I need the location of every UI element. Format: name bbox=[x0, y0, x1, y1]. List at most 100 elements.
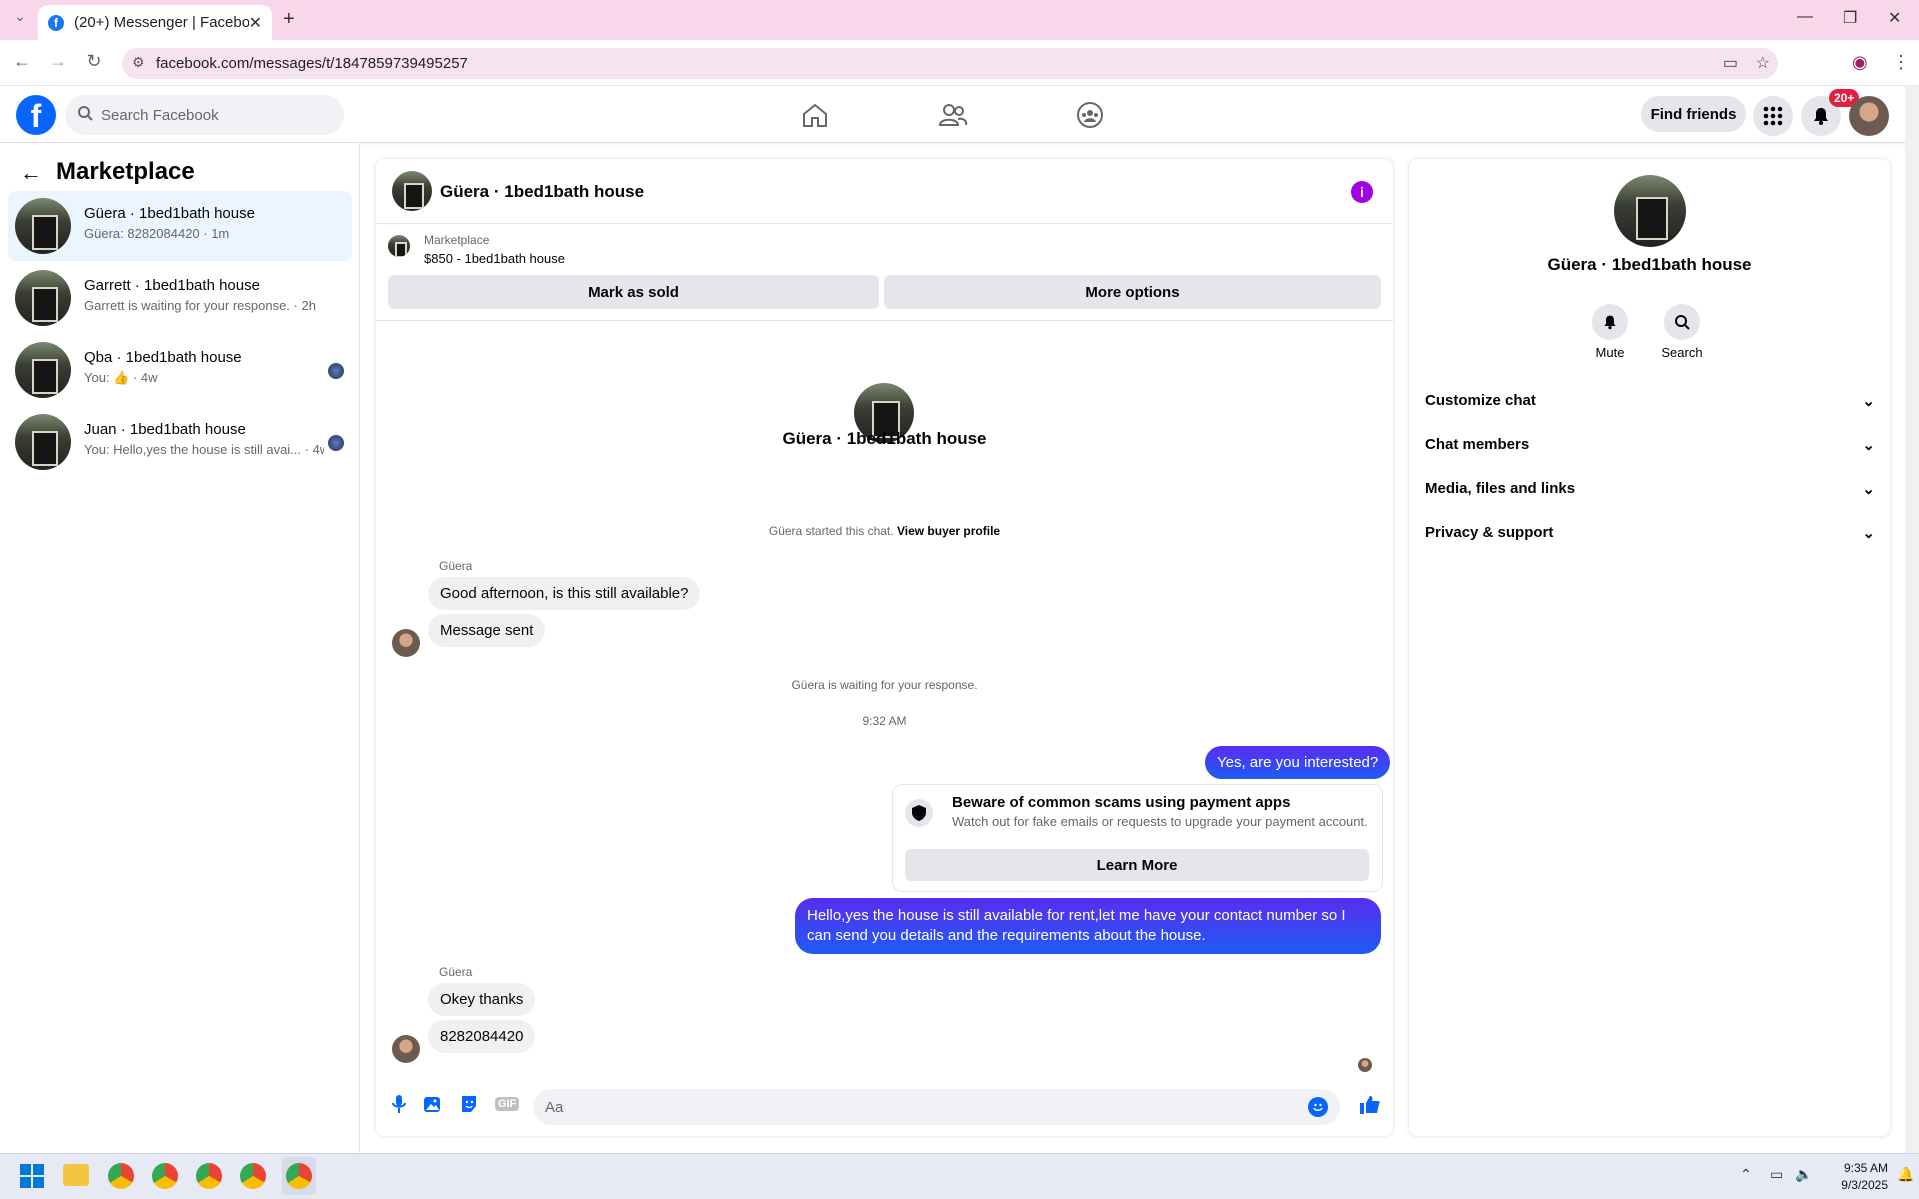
forward-icon[interactable]: → bbox=[46, 51, 70, 72]
section-label: Privacy & support bbox=[1425, 524, 1554, 541]
seen-indicator-avatar bbox=[328, 435, 344, 451]
outgoing-message[interactable]: Yes, are you interested? bbox=[1205, 746, 1391, 779]
groups-icon[interactable] bbox=[1075, 100, 1105, 130]
conversation-avatar bbox=[15, 198, 71, 254]
mark-as-sold-button[interactable]: Mark as sold bbox=[388, 275, 879, 309]
incoming-message[interactable]: Good afternoon, is this still available? bbox=[428, 577, 701, 610]
notification-center-icon[interactable]: 🔔 bbox=[1897, 1166, 1914, 1183]
home-icon[interactable] bbox=[800, 100, 830, 130]
find-friends-button[interactable]: Find friends bbox=[1641, 96, 1746, 132]
listing-source: Marketplace bbox=[424, 233, 490, 247]
listing-thumbnail bbox=[388, 235, 410, 257]
sender-name: Güera bbox=[439, 965, 473, 979]
windows-start-icon[interactable] bbox=[20, 1164, 44, 1193]
volume-icon[interactable]: 🔈 bbox=[1795, 1166, 1812, 1183]
section-customize-chat[interactable]: Customize chat ⌄ bbox=[1425, 392, 1875, 410]
conversation-snippet: You: 👍 · 4w bbox=[84, 370, 158, 385]
sticker-icon[interactable] bbox=[459, 1094, 479, 1119]
page-scrollbar[interactable] bbox=[1905, 86, 1919, 1153]
like-thumb-icon[interactable] bbox=[1359, 1094, 1381, 1121]
chat-panel: Güera · 1bed1bath house i Marketplace $8… bbox=[376, 159, 1393, 1136]
conversation-item[interactable]: Güera · 1bed1bath house Güera: 828208442… bbox=[8, 191, 352, 261]
conversation-name: Qba · 1bed1bath house bbox=[84, 349, 242, 366]
mute-bell-icon[interactable] bbox=[1592, 304, 1628, 340]
reload-icon[interactable]: ↻ bbox=[82, 51, 106, 72]
section-privacy-support[interactable]: Privacy & support ⌄ bbox=[1425, 524, 1875, 542]
photo-icon[interactable] bbox=[423, 1094, 443, 1119]
incoming-message[interactable]: 8282084420 bbox=[428, 1020, 536, 1053]
clock-date[interactable]: 9/3/2025 bbox=[1826, 1178, 1888, 1192]
browser-menu-icon[interactable]: ⋮ bbox=[1892, 52, 1910, 73]
chat-started-notice: Güera started this chat. View buyer prof… bbox=[376, 524, 1393, 538]
chat-title[interactable]: Güera · 1bed1bath house bbox=[440, 182, 644, 202]
bookmark-star-icon[interactable]: ☆ bbox=[1756, 53, 1770, 73]
read-receipt-avatar bbox=[1358, 1058, 1372, 1072]
chrome-icon[interactable] bbox=[152, 1163, 178, 1189]
chat-avatar[interactable] bbox=[392, 171, 432, 211]
sender-avatar[interactable] bbox=[392, 1035, 420, 1063]
microphone-icon[interactable] bbox=[390, 1094, 408, 1119]
conversation-item[interactable]: Qba · 1bed1bath house You: 👍 · 4w bbox=[8, 335, 352, 405]
minimize-icon[interactable]: — bbox=[1797, 8, 1813, 26]
divider bbox=[376, 320, 1393, 321]
chrome-icon[interactable] bbox=[286, 1163, 312, 1189]
back-arrow-icon[interactable]: ← bbox=[20, 160, 42, 186]
incoming-message[interactable]: Okey thanks bbox=[428, 983, 536, 1016]
conversation-name: Juan · 1bed1bath house bbox=[84, 421, 246, 438]
browser-tab-bar: ⌄ f (20+) Messenger | Facebook ✕ + — ❐ ✕ bbox=[0, 0, 1919, 40]
conversation-name: Güera · 1bed1bath house bbox=[84, 205, 255, 222]
chrome-icon[interactable] bbox=[196, 1163, 222, 1189]
section-chat-members[interactable]: Chat members ⌄ bbox=[1425, 436, 1875, 454]
incoming-message[interactable]: Message sent bbox=[428, 614, 546, 647]
search-placeholder: Search Facebook bbox=[101, 106, 219, 124]
friends-icon[interactable] bbox=[938, 100, 968, 130]
conversation-item[interactable]: Juan · 1bed1bath house You: Hello,yes th… bbox=[8, 407, 352, 477]
chat-header: Güera · 1bed1bath house i bbox=[376, 159, 1393, 224]
section-media-files-links[interactable]: Media, files and links ⌄ bbox=[1425, 480, 1875, 498]
site-info-icon[interactable]: ⚙ bbox=[132, 54, 145, 71]
close-tab-icon[interactable]: ✕ bbox=[249, 13, 262, 33]
menu-grid-icon[interactable] bbox=[1753, 96, 1793, 136]
conversation-name: Garrett · 1bed1bath house bbox=[84, 277, 260, 294]
gif-icon[interactable]: GIF bbox=[495, 1097, 520, 1111]
network-icon[interactable]: ▭ bbox=[1770, 1166, 1783, 1183]
restore-icon[interactable]: ❐ bbox=[1843, 8, 1857, 28]
search-input[interactable]: Search Facebook bbox=[65, 95, 344, 135]
waiting-notice: Güera is waiting for your response. bbox=[791, 678, 978, 692]
timestamp: 9:32 AM bbox=[862, 714, 907, 728]
learn-more-button[interactable]: Learn More bbox=[905, 849, 1369, 881]
new-tab-icon[interactable]: + bbox=[283, 8, 295, 31]
account-avatar[interactable] bbox=[1849, 96, 1889, 136]
facebook-logo[interactable]: f bbox=[16, 95, 56, 135]
listing-title[interactable]: $850 - 1bed1bath house bbox=[424, 251, 565, 266]
profile-avatar[interactable] bbox=[1614, 175, 1686, 247]
close-window-icon[interactable]: ✕ bbox=[1888, 8, 1901, 28]
back-icon[interactable]: ← bbox=[10, 51, 34, 72]
address-bar[interactable]: ⚙ facebook.com/messages/t/18478597394952… bbox=[122, 48, 1778, 79]
sender-name: Güera bbox=[439, 559, 473, 573]
more-options-button[interactable]: More options bbox=[884, 275, 1381, 309]
view-buyer-profile-link[interactable]: View buyer profile bbox=[897, 524, 1000, 538]
chrome-icon[interactable] bbox=[108, 1163, 134, 1189]
search-icon bbox=[77, 105, 93, 125]
sender-avatar[interactable] bbox=[392, 629, 420, 657]
browser-tab[interactable]: f (20+) Messenger | Facebook ✕ bbox=[38, 5, 272, 40]
profile-name: Güera · 1bed1bath house bbox=[1547, 255, 1752, 274]
message-input[interactable]: Aa bbox=[533, 1089, 1340, 1125]
tab-title: (20+) Messenger | Facebook bbox=[74, 14, 249, 31]
search-chat-icon[interactable] bbox=[1664, 304, 1700, 340]
outgoing-message[interactable]: Hello,yes the house is still available f… bbox=[795, 898, 1381, 954]
search-label: Search bbox=[1661, 345, 1703, 360]
install-icon[interactable]: ▭ bbox=[1723, 53, 1738, 73]
chrome-icon[interactable] bbox=[240, 1163, 266, 1189]
chevron-up-icon[interactable]: ⌃ bbox=[1740, 1166, 1752, 1183]
conversation-item[interactable]: Garrett · 1bed1bath house Garrett is wai… bbox=[8, 263, 352, 333]
info-icon[interactable]: i bbox=[1351, 181, 1373, 203]
tab-list-icon[interactable]: ⌄ bbox=[8, 8, 32, 25]
chevron-down-icon: ⌄ bbox=[1862, 437, 1875, 454]
conversation-snippet: Garrett is waiting for your response. · … bbox=[84, 298, 316, 313]
file-explorer-icon[interactable] bbox=[63, 1164, 89, 1186]
emoji-icon[interactable] bbox=[1308, 1097, 1328, 1117]
clock-time[interactable]: 9:35 AM bbox=[1826, 1161, 1888, 1175]
profile-icon[interactable]: ◉ bbox=[1852, 52, 1868, 73]
